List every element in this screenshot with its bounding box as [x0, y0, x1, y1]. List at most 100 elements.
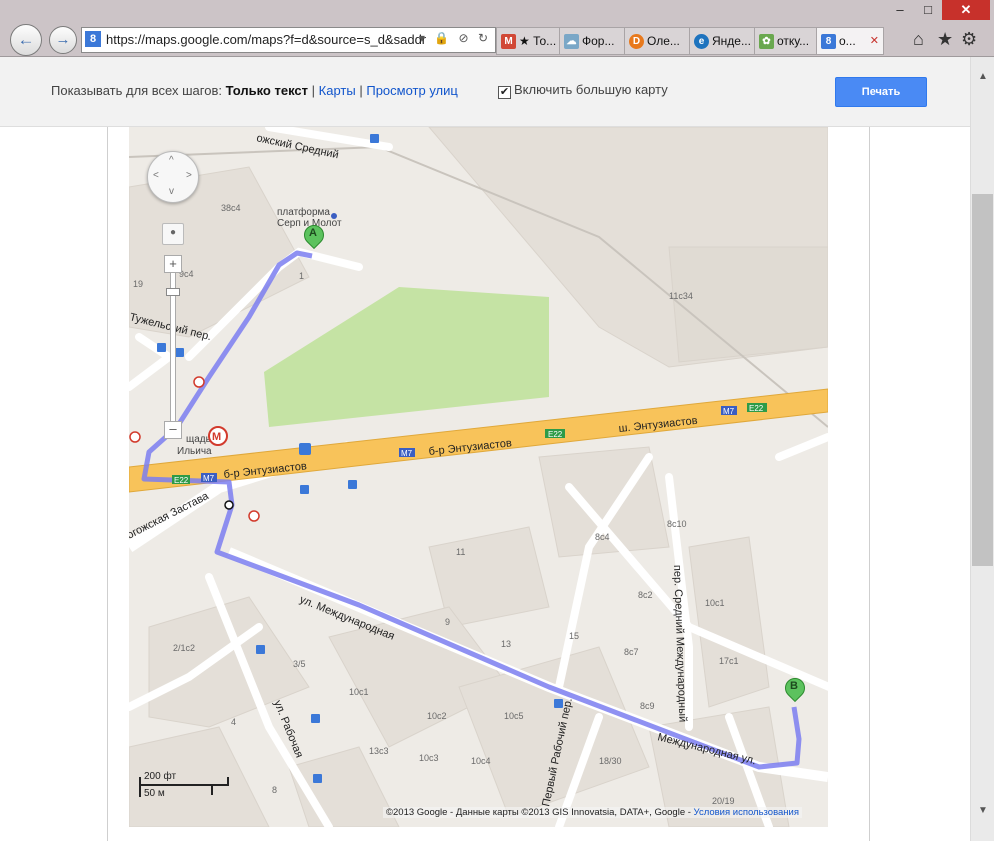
separator: | [359, 83, 363, 98]
separator: | [311, 83, 316, 98]
print-button[interactable]: Печать [835, 77, 927, 107]
zoom-out-button[interactable]: – [164, 421, 182, 439]
building-number: 10c3 [419, 753, 439, 763]
settings-gear-icon[interactable]: ⚙ [961, 29, 977, 50]
page-border-right [869, 127, 870, 841]
route-waypoint [224, 500, 234, 510]
terms-link[interactable]: Условия использования [694, 807, 799, 818]
tab-gmail[interactable]: M ★ То... [496, 27, 562, 55]
scroll-thumb[interactable] [972, 194, 993, 566]
bus-stop-icon [348, 480, 357, 489]
place-label: Ильича [177, 446, 212, 457]
street-view-link[interactable]: Просмотр улиц [366, 83, 458, 98]
page-border-left [107, 127, 108, 841]
marker-label: B [790, 680, 798, 692]
tab-label: о... [839, 34, 856, 48]
building-number: 3/5 [293, 659, 306, 669]
map-copyright: ©2013 Google - Данные карты ©2013 GIS In… [383, 807, 802, 818]
maps-icon: ✿ [759, 34, 774, 50]
building-number: 38c4 [221, 203, 241, 213]
tab-label: отку... [777, 34, 810, 48]
tab-ole[interactable]: D Оле... [624, 27, 692, 55]
building-number: 19 [133, 279, 143, 289]
building-number: 18/30 [599, 756, 622, 766]
road-label: ул. Рабочая [271, 699, 305, 760]
end-marker-b[interactable]: B [780, 673, 810, 703]
close-window-button[interactable]: ✕ [942, 0, 990, 20]
zoom-in-button[interactable]: + [164, 255, 182, 273]
bus-stop-icon [313, 774, 322, 783]
bus-stop-icon [554, 699, 563, 708]
print-toolbar: Показывать для всех шагов: Только текст … [0, 57, 970, 127]
tab-label: Фор... [582, 34, 615, 48]
orange-d-icon: D [629, 34, 644, 50]
pan-right-icon[interactable]: > [186, 170, 192, 181]
bus-stop-icon [157, 343, 166, 352]
place-label: платформа [277, 206, 330, 218]
address-bar[interactable]: 8 https://maps.google.com/maps?f=d&sourc… [81, 27, 496, 53]
forward-button[interactable]: → [49, 26, 77, 54]
scroll-down-icon[interactable]: ▼ [971, 805, 994, 816]
tab-yandex[interactable]: e Янде... [689, 27, 757, 55]
pan-control[interactable]: ^ v < > [147, 151, 199, 203]
building-number: 10c4 [471, 756, 491, 766]
building-number: 11c34 [669, 291, 693, 301]
pegman-icon[interactable]: ● [162, 223, 184, 245]
building-number: 8c10 [667, 519, 687, 529]
park-area [264, 287, 549, 427]
building-number: 2/1c2 [173, 643, 195, 653]
building-number: 11 [456, 547, 465, 557]
pan-left-icon[interactable]: < [153, 170, 159, 181]
building-number: 17c1 [719, 656, 739, 666]
zoom-slider-handle[interactable] [166, 288, 180, 296]
gmail-icon: M [501, 34, 516, 50]
big-map-checkbox-row[interactable]: ✔ Включить большую карту [498, 82, 668, 99]
address-bar-icons[interactable]: ▾ 🔒 ⊘ ↻ [419, 31, 491, 45]
marker-label: A [309, 227, 317, 239]
maximize-button[interactable]: □ [914, 0, 942, 20]
building-number: 1 [299, 271, 304, 281]
big-map-label: Включить большую карту [514, 82, 668, 97]
show-steps-options: Показывать для всех шагов: Только текст … [51, 83, 458, 98]
pan-up-icon[interactable]: ^ [169, 155, 174, 166]
home-icon[interactable]: ⌂ [913, 29, 924, 50]
url-text[interactable]: https://maps.google.com/maps?f=d&source=… [106, 32, 426, 47]
page-scrollbar[interactable]: ▲ ▼ [970, 57, 994, 841]
minimize-button[interactable]: – [886, 0, 914, 20]
m7-label: M7 [723, 407, 735, 416]
tab-label: ★ То... [519, 34, 557, 48]
station-dot-icon [331, 213, 337, 219]
copyright-text: ©2013 Google - Данные карты ©2013 GIS In… [386, 807, 691, 818]
m7-label: M7 [203, 474, 215, 483]
metro-letter: M [212, 431, 221, 443]
building-number: 8c2 [638, 590, 653, 600]
building-number: 10c5 [504, 711, 524, 721]
start-marker-a[interactable]: A [299, 220, 329, 250]
tab-forum[interactable]: ☁ Фор... [559, 27, 627, 55]
tab-google-maps-active[interactable]: 8 о... ✕ [816, 27, 884, 55]
e22-label: E22 [749, 404, 764, 413]
back-button[interactable]: ← [10, 24, 42, 56]
text-only-option[interactable]: Только текст [226, 83, 308, 98]
favorites-star-icon[interactable]: ★ [937, 29, 953, 50]
bus-stop-icon [256, 645, 265, 654]
cloud-icon: ☁ [564, 34, 579, 50]
pan-down-icon[interactable]: v [169, 186, 174, 197]
road-label: огожская Застава [129, 490, 211, 542]
browser-chrome: – □ ✕ ← → 8 https://maps.google.com/maps… [0, 0, 994, 57]
route-map[interactable]: E22 M7 M7 E22 M7 E22 б-р Энтузиастов б-р… [129, 127, 828, 827]
tab-otku[interactable]: ✿ отку... [754, 27, 820, 55]
big-map-checkbox[interactable]: ✔ [498, 86, 511, 99]
bus-stop-icon [175, 348, 184, 357]
bus-stop-icon [300, 485, 309, 494]
show-steps-label: Показывать для всех шагов: [51, 83, 222, 98]
maps-link[interactable]: Карты [319, 83, 356, 98]
building-number: 9 [445, 617, 450, 627]
building-number: 4 [231, 717, 236, 727]
building-number: 15 [569, 631, 579, 641]
bus-stop-icon [370, 134, 379, 143]
transit-station-icon [299, 443, 311, 455]
scroll-up-icon[interactable]: ▲ [971, 71, 994, 82]
close-tab-icon[interactable]: ✕ [870, 28, 879, 54]
e22-label: E22 [548, 430, 563, 439]
